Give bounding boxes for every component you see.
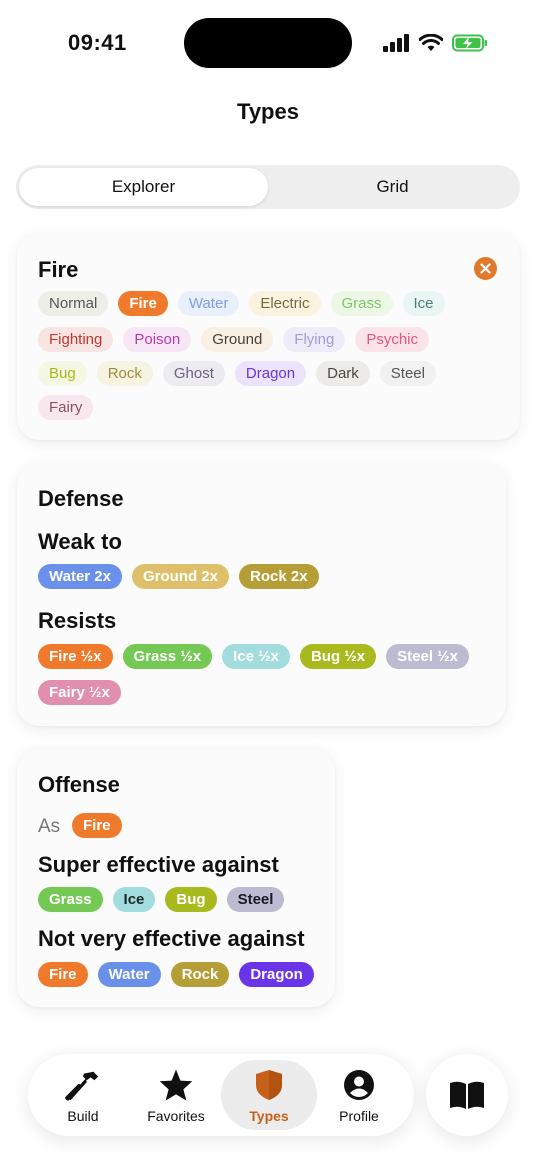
type-chip-dark[interactable]: Dark (316, 361, 370, 386)
type-chip-water-x: Water 2x (38, 564, 122, 589)
type-chip-normal[interactable]: Normal (38, 291, 109, 316)
type-chip-steel: Steel (226, 887, 285, 912)
type-chip-water: Water (97, 962, 161, 987)
tab-profile[interactable]: Profile (311, 1060, 407, 1130)
type-chip-grass[interactable]: Grass (330, 291, 393, 316)
type-chip-psychic[interactable]: Psychic (355, 327, 429, 352)
signal-icon (383, 34, 409, 52)
type-chip-ghost[interactable]: Ghost (162, 361, 225, 386)
type-chip-ice: Ice (112, 887, 156, 912)
segment-grid[interactable]: Grid (268, 168, 517, 206)
type-chip-dragon[interactable]: Dragon (234, 361, 307, 386)
hammer-icon (65, 1067, 101, 1103)
as-type-chip: Fire (72, 813, 122, 838)
offense-heading: Offense (38, 772, 120, 797)
type-chip-water[interactable]: Water (177, 291, 240, 316)
close-icon (480, 263, 491, 274)
type-chip-grass: Grass (38, 887, 103, 912)
resists-heading: Resists (38, 608, 117, 633)
type-chip-ice-x: Ice ½x (222, 644, 290, 669)
as-label: As (38, 816, 61, 837)
type-chip-rock-x: Rock 2x (239, 564, 319, 589)
type-chip-fairy[interactable]: Fairy (38, 395, 94, 420)
segment-explorer[interactable]: Explorer (19, 168, 268, 206)
shield-icon (251, 1067, 287, 1103)
type-chip-rock[interactable]: Rock (96, 361, 153, 386)
type-chip-row: Fairy (38, 395, 94, 420)
page-title: Types (237, 99, 299, 124)
super-effective-chips: Grass Ice Bug Steel (38, 887, 285, 912)
status-icons (383, 32, 488, 54)
type-chip-steel[interactable]: Steel (379, 361, 436, 386)
type-chip-fire[interactable]: Fire (118, 291, 168, 316)
pokedex-book-button[interactable] (426, 1054, 508, 1136)
type-chip-flying[interactable]: Flying (283, 327, 346, 352)
types-screen: 09:41 Types Explorer Grid Fire Normal Fi… (0, 0, 536, 1165)
type-chip-ice[interactable]: Ice (402, 291, 445, 316)
dynamic-island (184, 18, 352, 68)
type-chip-fire-x: Fire ½x (38, 644, 113, 669)
type-chip-electric[interactable]: Electric (249, 291, 321, 316)
as-type-row: Fire (72, 813, 122, 838)
type-chip-bug: Bug (165, 887, 217, 912)
type-chip-row: Normal Fire Water Electric Grass Ice (38, 291, 445, 316)
type-chip-row: Fighting Poison Ground Flying Psychic (38, 327, 429, 352)
status-time: 09:41 (68, 30, 127, 55)
type-chip-ground[interactable]: Ground (201, 327, 274, 352)
not-very-effective-chips: Fire Water Rock Dragon (38, 962, 314, 987)
type-chip-grass-x: Grass ½x (122, 644, 213, 669)
tab-types[interactable]: Types (221, 1060, 317, 1130)
type-chip-fire: Fire (38, 962, 88, 987)
type-chip-bug-x: Bug ½x (299, 644, 377, 669)
clear-selection-button[interactable] (474, 257, 497, 280)
wifi-icon (419, 34, 443, 51)
tab-label-profile: Profile (339, 1107, 379, 1124)
battery-icon (452, 34, 487, 52)
tab-favorites[interactable]: Favorites (128, 1060, 224, 1130)
tab-build[interactable]: Build (35, 1060, 131, 1130)
book-icon (450, 1081, 484, 1109)
view-segmented-control: Explorer Grid (16, 165, 520, 209)
defense-heading: Defense (38, 486, 124, 511)
type-chip-fairy-x: Fairy ½x (38, 680, 121, 705)
type-chip-bug[interactable]: Bug (38, 361, 87, 386)
tab-label-types: Types (249, 1107, 289, 1124)
resists-chips: Fire ½x Grass ½x Ice ½x Bug ½x Steel ½x (38, 644, 470, 669)
resists-chips: Fairy ½x (38, 680, 121, 705)
super-effective-heading: Super effective against (38, 852, 279, 877)
type-chip-steel-x: Steel ½x (386, 644, 470, 669)
person-icon (341, 1067, 377, 1103)
type-chip-dragon: Dragon (239, 962, 314, 987)
selected-type-title: Fire (38, 257, 79, 282)
type-chip-fighting[interactable]: Fighting (38, 327, 114, 352)
tab-bar: Build Favorites Types Profile (28, 1054, 414, 1136)
weak-to-chips: Water 2x Ground 2x Rock 2x (38, 564, 319, 589)
tab-label-favorites: Favorites (147, 1107, 205, 1124)
type-chip-ground-x: Ground 2x (131, 564, 229, 589)
type-chip-row: Bug Rock Ghost Dragon Dark Steel (38, 361, 436, 386)
type-chip-poison[interactable]: Poison (123, 327, 192, 352)
weak-to-heading: Weak to (38, 529, 122, 554)
not-very-effective-heading: Not very effective against (38, 926, 305, 951)
tab-label-build: Build (67, 1107, 99, 1124)
star-icon (158, 1067, 194, 1103)
type-chip-rock: Rock (170, 962, 230, 987)
